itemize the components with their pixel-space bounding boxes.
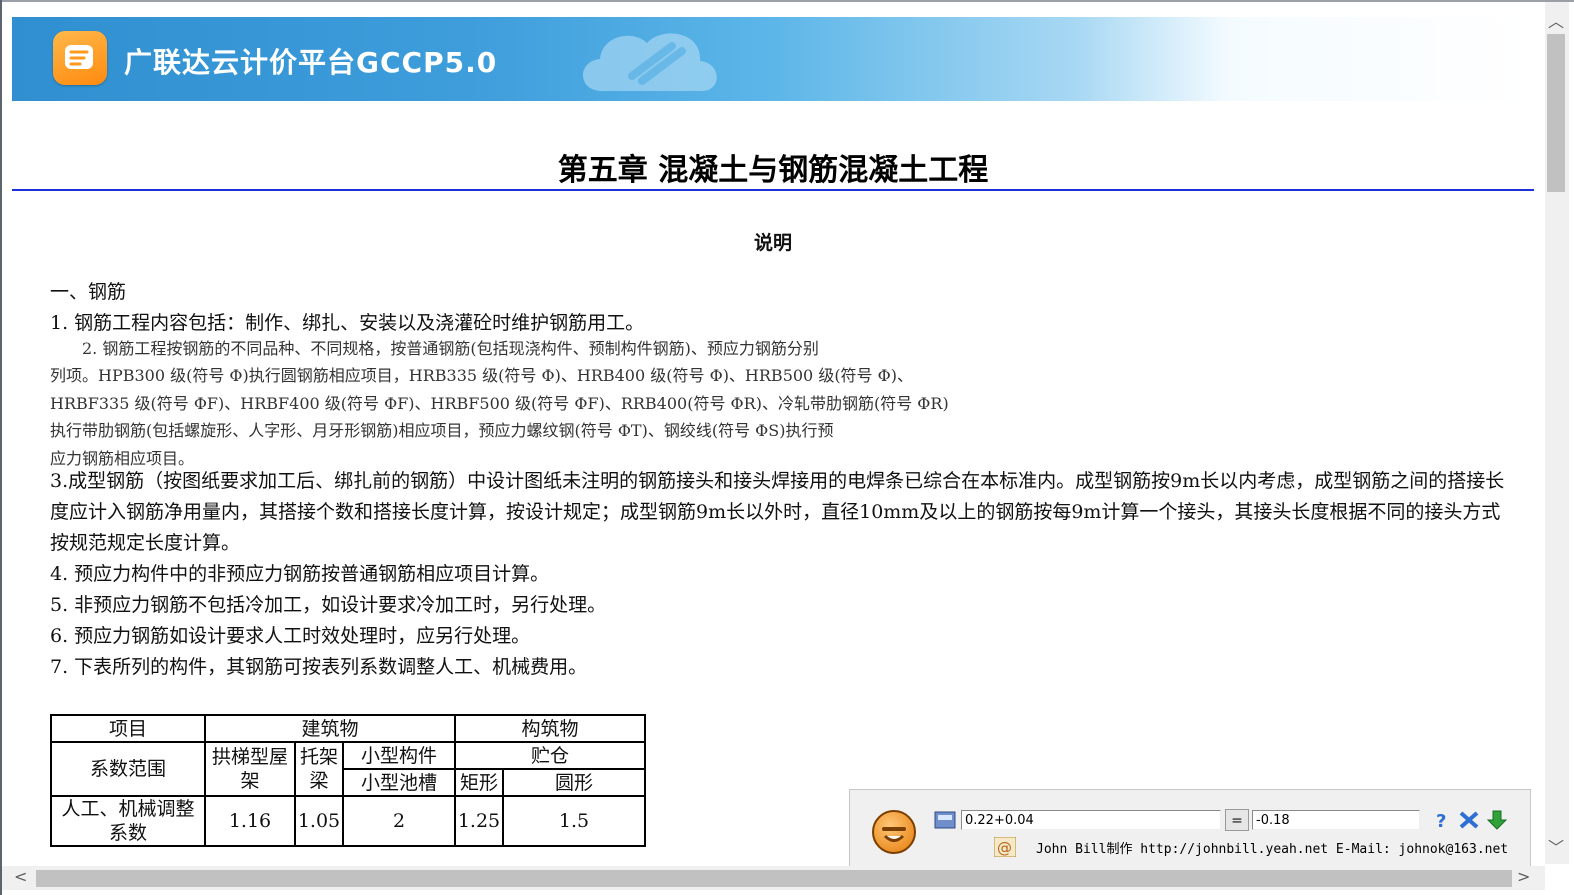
table-cell-arch-truss: 拱梯型屋架 bbox=[204, 741, 296, 797]
window-frame-left bbox=[0, 0, 2, 895]
table-header-building: 建筑物 bbox=[204, 714, 456, 743]
table-header-item: 项目 bbox=[50, 714, 206, 743]
email-icon[interactable]: @ bbox=[993, 836, 1017, 858]
table-cell-range: 系数范围 bbox=[50, 741, 206, 797]
item-4: 4. 预应力构件中的非预应力钢筋按普通钢筋相应项目计算。 bbox=[50, 563, 550, 585]
item-2-line-4: 执行带肋钢筋(包括螺旋形、人字形、月牙形钢筋)相应项目，预应力螺纹钢(符号 ΦT… bbox=[50, 421, 834, 440]
glodon-logo-icon bbox=[53, 31, 107, 85]
table-row: 项目 建筑物 构筑物 bbox=[50, 714, 646, 743]
table-cell-small-pool: 小型池槽 bbox=[342, 768, 456, 797]
credit-text: John Bill制作 http://johnbill.yeah.net E-M… bbox=[1036, 842, 1509, 857]
item-3: 3.成型钢筋（按图纸要求加工后、绑扎前的钢筋）中设计图纸未注明的钢筋接头和接头焊… bbox=[50, 470, 1505, 554]
table-cell-value: 1.16 bbox=[204, 795, 296, 847]
title-divider bbox=[12, 189, 1534, 191]
table-cell-round: 圆形 bbox=[502, 768, 646, 797]
section-heading: 说明 bbox=[753, 232, 792, 254]
equals-button[interactable]: = bbox=[1225, 809, 1249, 831]
table-cell-value: 1.25 bbox=[454, 795, 504, 847]
chapter-title: 第五章 混凝土与钢筋混凝土工程 bbox=[557, 153, 989, 188]
coefficient-table: 项目 建筑物 构筑物 系数范围 拱梯型屋架 托架梁 小型构件 贮仓 小型池槽 矩… bbox=[50, 714, 646, 847]
table-row: 系数范围 拱梯型屋架 托架梁 小型构件 贮仓 bbox=[50, 741, 646, 797]
horizontal-scrollbar-thumb[interactable] bbox=[36, 870, 1512, 887]
table-cell-value: 1.05 bbox=[294, 795, 344, 847]
smiley-icon[interactable] bbox=[872, 810, 916, 854]
table-cell-small-member: 小型构件 bbox=[342, 741, 456, 770]
banner-title: 广联达云计价平台GCCP5.0 bbox=[124, 46, 498, 79]
result-field[interactable]: -0.18 bbox=[1252, 810, 1420, 830]
close-icon[interactable] bbox=[1458, 810, 1480, 830]
arrow-down-icon[interactable] bbox=[1486, 810, 1508, 830]
item-2-line-1: 2. 钢筋工程按钢筋的不同品种、不同规格，按普通钢筋(包括现浇构件、预制构件钢筋… bbox=[50, 339, 819, 358]
table-cell-rect: 矩形 bbox=[454, 768, 504, 797]
table-cell-truss-beam: 托架梁 bbox=[294, 741, 344, 797]
calculator-icon[interactable] bbox=[934, 810, 956, 830]
scroll-up-icon[interactable]: ︿ bbox=[1548, 8, 1564, 32]
app-banner: 广联达云计价平台GCCP5.0 bbox=[12, 17, 1534, 101]
scroll-down-icon[interactable]: ﹀ bbox=[1548, 834, 1564, 858]
table-header-structure: 构筑物 bbox=[454, 714, 646, 743]
scroll-left-icon[interactable]: < bbox=[14, 867, 27, 886]
cloud-watermark-icon bbox=[582, 33, 717, 91]
svg-text:@: @ bbox=[997, 839, 1012, 857]
item-5: 5. 非预应力钢筋不包括冷加工，如设计要求冷加工时，另行处理。 bbox=[50, 594, 607, 616]
table-cell-row-label: 人工、机械调整系数 bbox=[50, 795, 206, 847]
item-6: 6. 预应力钢筋如设计要求人工时效处理时，应另行处理。 bbox=[50, 625, 531, 647]
expression-input[interactable]: 0.22+0.04 bbox=[961, 810, 1221, 830]
item-7: 7. 下表所列的构件，其钢筋可按表列系数调整人工、机械费用。 bbox=[50, 656, 588, 678]
scroll-right-icon[interactable]: > bbox=[1517, 867, 1530, 886]
vertical-scrollbar-thumb[interactable] bbox=[1547, 34, 1565, 192]
svg-text:?: ? bbox=[1436, 811, 1446, 830]
window-frame-top bbox=[0, 0, 1574, 2]
help-icon[interactable]: ? bbox=[1432, 810, 1454, 832]
item-2-line-2: 列项。HPB300 级(符号 Φ)执行圆钢筋相应项目，HRB335 级(符号 Φ… bbox=[50, 366, 914, 385]
table-cell-silo: 贮仓 bbox=[454, 741, 646, 770]
calculator-toolbar: 0.22+0.04 = -0.18 ? @ John Bill制作 http:/… bbox=[849, 789, 1531, 867]
item-2-line-3: HRBF335 级(符号 ΦF)、HRBF400 级(符号 ΦF)、HRBF50… bbox=[50, 394, 949, 413]
content-heading: 一、钢筋 bbox=[50, 281, 127, 303]
table-row: 人工、机械调整系数 1.16 1.05 2 1.25 1.5 bbox=[50, 795, 646, 847]
table-cell-value: 1.5 bbox=[502, 795, 646, 847]
table-cell-value: 2 bbox=[342, 795, 456, 847]
